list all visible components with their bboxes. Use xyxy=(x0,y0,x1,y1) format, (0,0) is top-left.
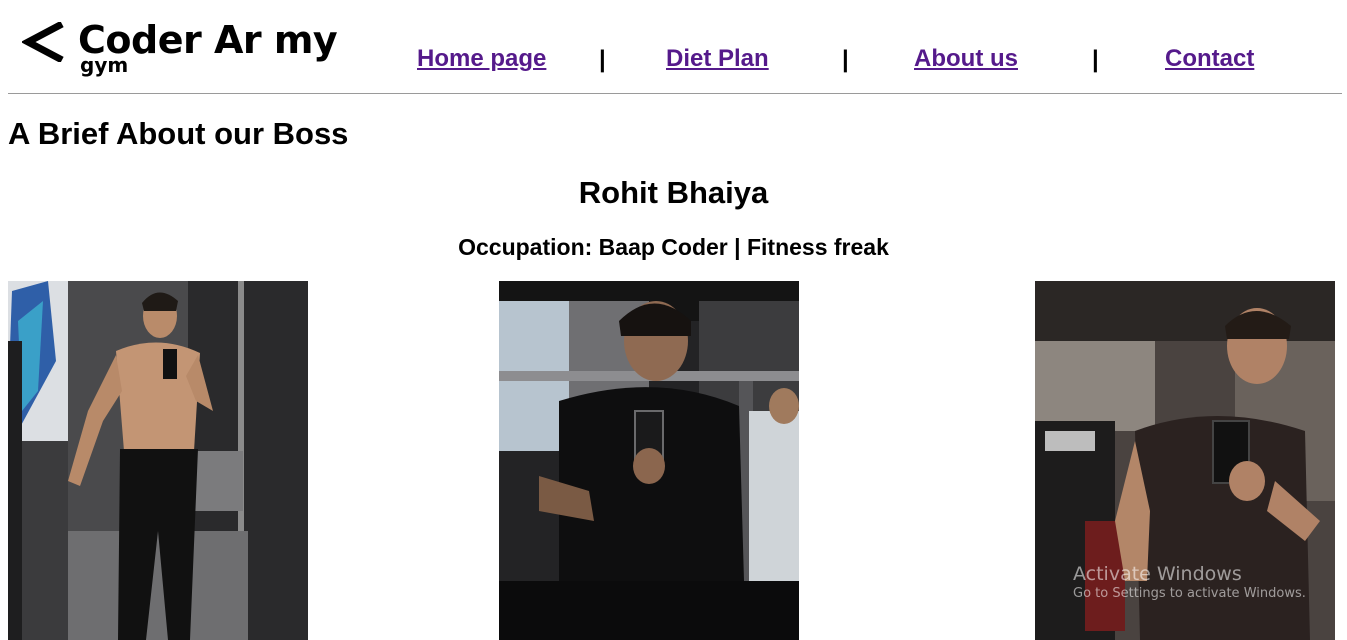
boss-photo-2 xyxy=(499,281,799,640)
watermark-subtitle: Go to Settings to activate Windows. xyxy=(1073,586,1306,601)
nav-link-home[interactable]: Home page xyxy=(417,45,546,73)
gym-logo: Coder Ar my gym xyxy=(20,18,338,80)
logo-subtitle: gym xyxy=(80,53,129,77)
boss-photo-1 xyxy=(8,281,308,640)
watermark-title: Activate Windows xyxy=(1073,563,1242,585)
nav-separator: | xyxy=(842,46,849,73)
boss-name: Rohit Bhaiya xyxy=(578,175,769,210)
nav-separator: | xyxy=(599,46,606,73)
nav-separator: | xyxy=(1092,46,1099,73)
nav-link-about-us[interactable]: About us xyxy=(914,45,1018,73)
boss-occupation: Occupation: Baap Coder | Fitness freak xyxy=(458,234,889,260)
nav-link-contact[interactable]: Contact xyxy=(1165,45,1254,73)
page-heading: A Brief About our Boss xyxy=(8,116,349,151)
os-activation-watermark: Activate Windows Go to Settings to activ… xyxy=(1073,563,1306,603)
nav-link-diet-plan[interactable]: Diet Plan xyxy=(666,45,769,73)
header-divider xyxy=(8,93,1342,94)
chevron-left-icon xyxy=(22,22,64,62)
